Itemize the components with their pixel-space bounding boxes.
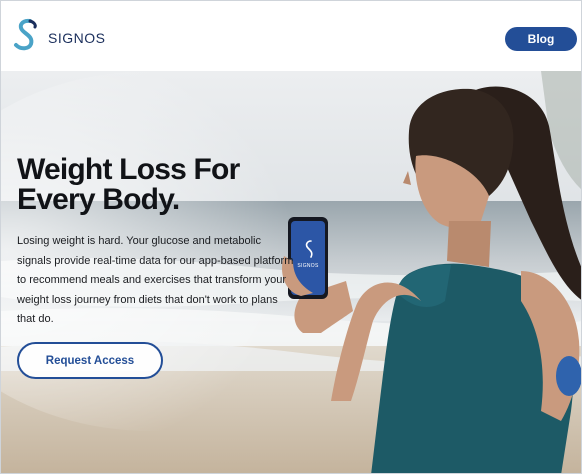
hero-headline: Weight Loss For Every Body. <box>17 153 240 216</box>
phone-screen-logo-text: SIGNOS <box>297 263 319 269</box>
hero-section: SIGNOS Weight Loss For Every Body. Losin… <box>1 71 581 473</box>
landing-page: SIGNOS Blog SIGNOS Weight Loss For Every… <box>0 0 582 474</box>
blog-button[interactable]: Blog <box>505 27 577 51</box>
signos-s-logo-icon <box>14 18 37 51</box>
hero-description: Losing weight is hard. Your glucose and … <box>17 235 294 325</box>
logo-wordmark: SIGNOS <box>48 30 106 46</box>
signos-logo[interactable]: SIGNOS <box>10 17 105 51</box>
top-navigation-bar: SIGNOS Blog <box>1 1 581 71</box>
request-access-button[interactable]: Request Access <box>17 342 163 379</box>
